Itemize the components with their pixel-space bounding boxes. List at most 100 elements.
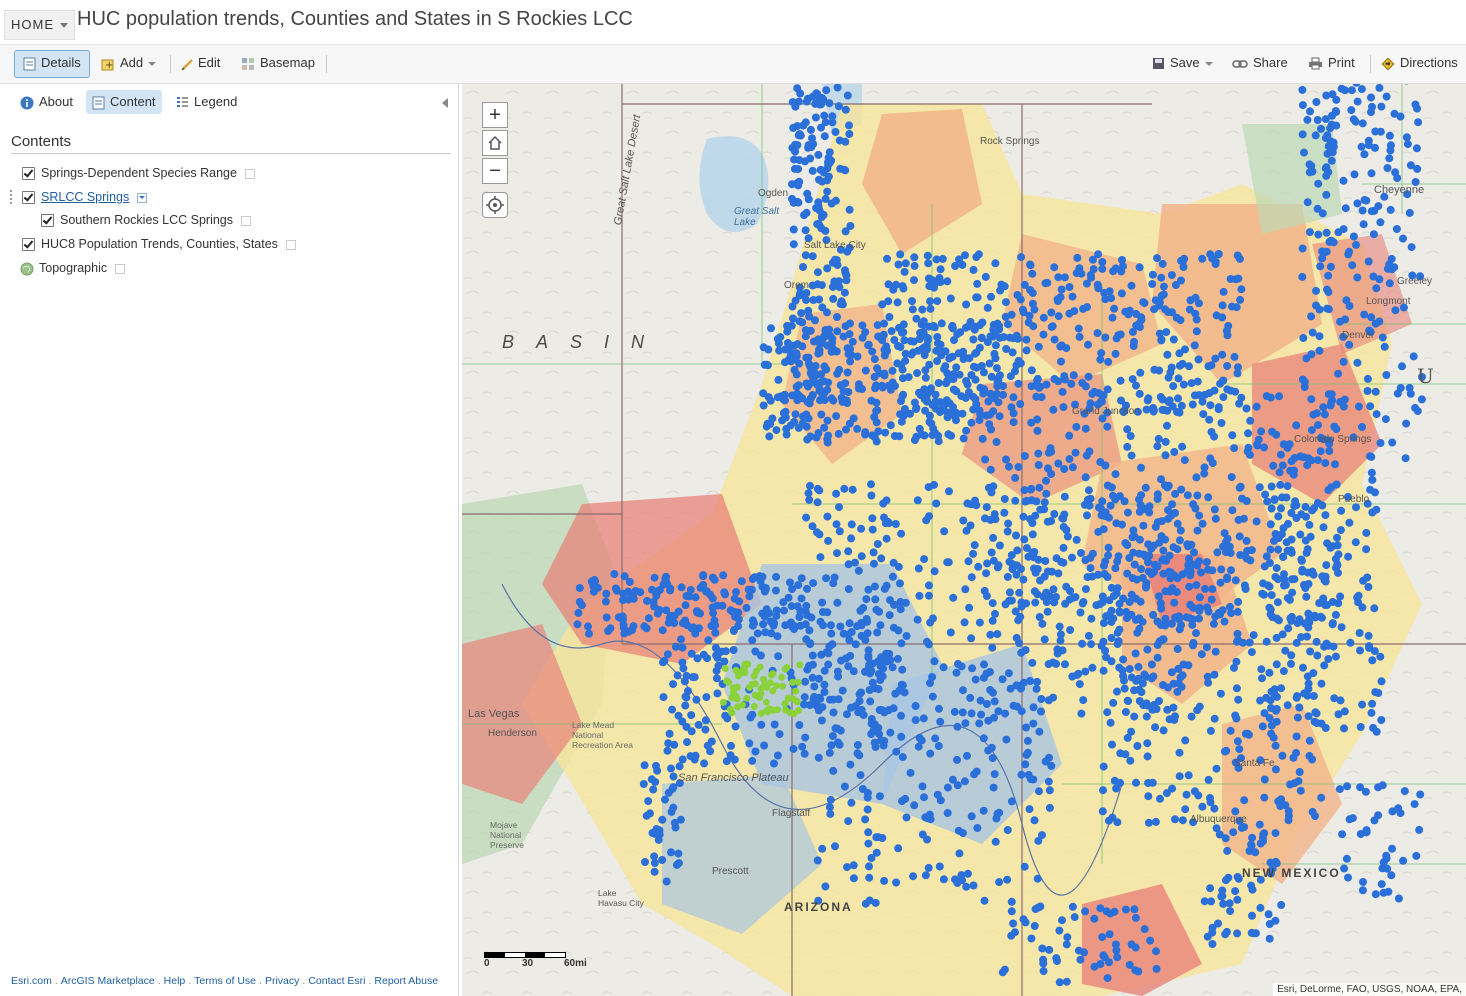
spring-point[interactable] xyxy=(1145,502,1154,511)
species-point[interactable] xyxy=(786,709,794,716)
spring-point[interactable] xyxy=(821,882,830,891)
spring-point[interactable] xyxy=(1327,390,1336,399)
spring-point[interactable] xyxy=(782,430,791,439)
spring-point[interactable] xyxy=(990,349,999,358)
spring-point[interactable] xyxy=(1058,916,1066,925)
spring-point[interactable] xyxy=(882,534,891,543)
spring-point[interactable] xyxy=(980,896,989,905)
spring-point[interactable] xyxy=(1255,483,1264,492)
spring-point[interactable] xyxy=(831,842,839,851)
spring-point[interactable] xyxy=(1206,726,1215,735)
footer-link[interactable]: Terms of Use xyxy=(194,975,256,987)
spring-point[interactable] xyxy=(640,622,649,631)
spring-point[interactable] xyxy=(1222,927,1231,936)
spring-point[interactable] xyxy=(1090,914,1099,923)
spring-point[interactable] xyxy=(919,328,928,337)
spring-point[interactable] xyxy=(1299,663,1307,672)
spring-point[interactable] xyxy=(810,337,818,346)
spring-point[interactable] xyxy=(1218,606,1227,615)
spring-point[interactable] xyxy=(1376,218,1385,227)
spring-point[interactable] xyxy=(1371,488,1379,497)
spring-point[interactable] xyxy=(1060,492,1069,501)
spring-point[interactable] xyxy=(1017,648,1026,657)
spring-point[interactable] xyxy=(836,622,845,631)
spring-point[interactable] xyxy=(1351,117,1360,126)
spring-point[interactable] xyxy=(953,755,961,764)
spring-point[interactable] xyxy=(789,240,798,249)
spring-point[interactable] xyxy=(813,268,822,277)
spring-point[interactable] xyxy=(1119,671,1128,680)
edit-button[interactable]: Edit xyxy=(181,51,220,75)
spring-point[interactable] xyxy=(1269,461,1278,470)
spring-point[interactable] xyxy=(1047,322,1056,331)
spring-point[interactable] xyxy=(1050,375,1059,383)
spring-point[interactable] xyxy=(1218,301,1227,310)
spring-point[interactable] xyxy=(1139,521,1148,530)
species-point[interactable] xyxy=(783,664,791,672)
spring-point[interactable] xyxy=(1356,723,1365,731)
spring-point[interactable] xyxy=(833,327,842,336)
spring-point[interactable] xyxy=(1035,613,1044,621)
spring-point[interactable] xyxy=(806,432,815,441)
spring-point[interactable] xyxy=(985,359,994,368)
spring-point[interactable] xyxy=(1308,328,1317,337)
spring-point[interactable] xyxy=(1278,493,1287,502)
spring-point[interactable] xyxy=(825,99,834,108)
spring-point[interactable] xyxy=(889,623,898,632)
spring-point[interactable] xyxy=(1303,115,1312,124)
spring-point[interactable] xyxy=(939,875,948,884)
spring-point[interactable] xyxy=(925,418,934,426)
spring-point[interactable] xyxy=(1165,715,1174,724)
tab-legend[interactable]: Legend xyxy=(170,90,243,114)
spring-point[interactable] xyxy=(1099,666,1108,675)
spring-point[interactable] xyxy=(901,356,910,365)
spring-point[interactable] xyxy=(899,284,908,293)
home-extent-button[interactable] xyxy=(482,130,508,156)
spring-point[interactable] xyxy=(966,521,975,530)
spring-point[interactable] xyxy=(849,861,858,870)
spring-point[interactable] xyxy=(948,775,957,784)
spring-point[interactable] xyxy=(868,514,877,523)
spring-point[interactable] xyxy=(1059,523,1068,531)
spring-point[interactable] xyxy=(1257,665,1266,674)
spring-point[interactable] xyxy=(729,627,738,635)
spring-point[interactable] xyxy=(1157,273,1166,282)
species-point[interactable] xyxy=(728,694,736,702)
spring-point[interactable] xyxy=(802,97,811,106)
spring-point[interactable] xyxy=(969,362,978,371)
spring-point[interactable] xyxy=(820,666,829,675)
spring-point[interactable] xyxy=(1387,871,1396,880)
spring-point[interactable] xyxy=(690,673,699,682)
spring-point[interactable] xyxy=(1258,589,1267,598)
spring-point[interactable] xyxy=(926,297,935,306)
spring-point[interactable] xyxy=(929,614,937,623)
spring-point[interactable] xyxy=(1099,762,1108,771)
spring-point[interactable] xyxy=(775,730,784,739)
spring-point[interactable] xyxy=(820,132,829,141)
spring-point[interactable] xyxy=(1099,637,1108,646)
spring-point[interactable] xyxy=(1321,459,1330,468)
species-point[interactable] xyxy=(760,675,768,683)
spring-point[interactable] xyxy=(872,605,881,614)
spring-point[interactable] xyxy=(930,567,939,576)
spring-point[interactable] xyxy=(1298,85,1307,94)
spring-point[interactable] xyxy=(1235,532,1244,541)
spring-point[interactable] xyxy=(673,671,682,680)
spring-point[interactable] xyxy=(1306,107,1314,116)
spring-point[interactable] xyxy=(925,591,933,600)
spring-point[interactable] xyxy=(1362,196,1371,205)
spring-point[interactable] xyxy=(1183,491,1192,500)
spring-point[interactable] xyxy=(1005,588,1014,597)
spring-point[interactable] xyxy=(967,500,976,509)
spring-point[interactable] xyxy=(1306,647,1315,656)
spring-point[interactable] xyxy=(1125,665,1134,673)
spring-point[interactable] xyxy=(1115,492,1124,501)
spring-point[interactable] xyxy=(982,700,991,708)
spring-point[interactable] xyxy=(801,733,810,742)
spring-point[interactable] xyxy=(1298,272,1307,281)
spring-point[interactable] xyxy=(1271,916,1280,925)
spring-point[interactable] xyxy=(953,722,962,731)
spring-point[interactable] xyxy=(1277,684,1286,693)
spring-point[interactable] xyxy=(1106,909,1115,918)
spring-point[interactable] xyxy=(1143,645,1152,654)
